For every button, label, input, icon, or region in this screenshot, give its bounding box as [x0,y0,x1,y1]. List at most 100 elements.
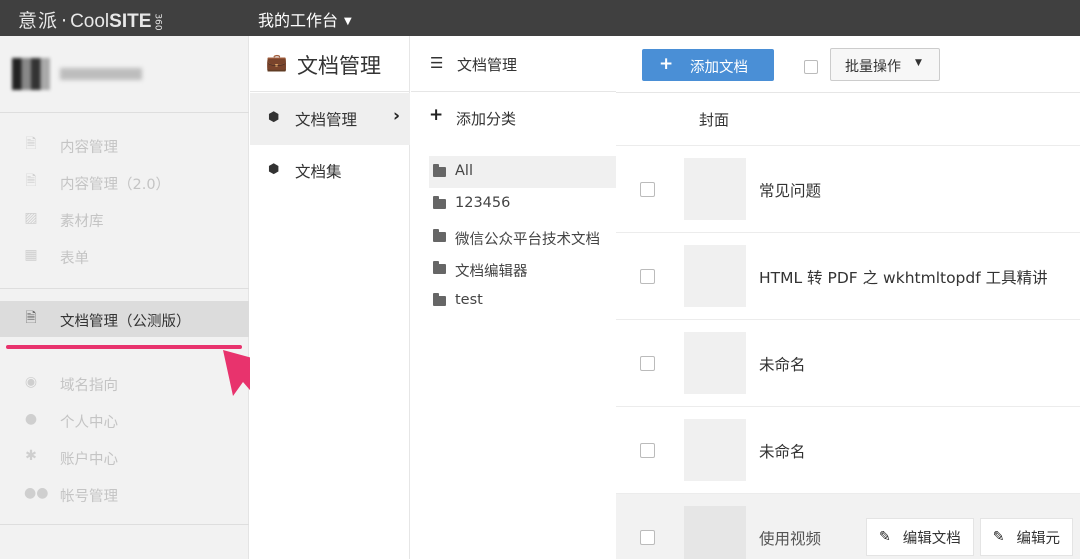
sidebar-item-materials[interactable]: ▨ 素材库 [0,201,249,237]
document-title[interactable]: 常见问题 [759,179,821,201]
document-title[interactable]: 使用视频 [759,527,821,549]
globe-icon: ◉ [24,374,38,390]
sidebar-item-label: 文档管理（公测版） [60,314,191,330]
divider [616,92,1080,93]
module-nav: 💼 文档管理 ⬢ 文档管理 › ⬢ 文档集 [250,36,410,559]
divider [0,524,249,525]
module-nav-item-docsets[interactable]: ⬢ 文档集 [250,145,410,197]
chevron-right-icon: › [392,106,400,126]
module-nav-header: 💼 文档管理 [250,36,410,92]
sidebar-item-label: 域名指向 [60,378,118,394]
add-document-button[interactable]: + 添加文档 [642,49,774,81]
cover-thumbnail [684,245,746,307]
sidebar-item-forms[interactable]: ▦ 表单 [0,238,249,274]
cover-thumbnail [684,419,746,481]
category-item[interactable]: 123456 [429,188,616,220]
sidebar-item-label: 素材库 [60,214,104,230]
logo-dot: · [61,10,68,32]
module-nav-label: 文档管理 [295,111,358,129]
logo-site-text: SITE [109,11,152,32]
table-row[interactable]: 未命名 [616,319,1080,406]
category-header: ☰ 文档管理 [411,36,616,92]
file-icon: 🗎 [25,136,37,152]
select-all-checkbox[interactable] [804,60,818,74]
document-list-panel: + 添加文档 批量操作 ▼ 封面 常见问题 HTML 转 PDF 之 wkhtm… [616,36,1080,559]
sidebar-item-content-v2[interactable]: 🗎 内容管理（2.0） [0,164,249,200]
document-title[interactable]: 未命名 [759,353,806,375]
gear-icon: ✱ [25,448,37,464]
row-checkbox[interactable] [640,182,655,197]
file-icon: 🗎 [25,173,37,189]
cover-thumbnail [684,506,746,559]
top-bar: 意派 · CoolSITE 360 我的工作台 ▼ [0,0,1080,36]
caret-down-icon: ▼ [344,16,352,27]
category-item-all[interactable]: All [429,156,616,188]
row-checkbox[interactable] [640,356,655,371]
edit-document-button[interactable]: ✎ 编辑文档 [866,518,974,556]
row-checkbox[interactable] [640,269,655,284]
logo-cn-text: 意派 [18,10,59,32]
add-category-button[interactable]: + 添加分类 [411,92,616,144]
table-row[interactable]: 常见问题 [616,145,1080,232]
annotation-underline [6,345,242,349]
sidebar-item-docs[interactable]: 🗎 文档管理（公测版） [0,301,249,337]
edit-document-label: 编辑文档 [902,530,961,547]
sidebar-item-profile[interactable]: ● 个人中心 [0,402,249,438]
edit-meta-label: 编辑元 [1016,530,1060,547]
pencil-icon: ✎ [879,529,891,545]
divider [0,288,249,289]
cube-icon: ⬢ [268,162,280,177]
category-item[interactable]: 文档编辑器 [429,253,616,285]
database-icon: ☰ [430,54,444,72]
sidebar-item-account[interactable]: ✱ 账户中心 [0,439,249,475]
table-row[interactable]: HTML 转 PDF 之 wkhtmltopdf 工具精讲 [616,232,1080,319]
add-category-label: 添加分类 [456,110,517,128]
document-title[interactable]: HTML 转 PDF 之 wkhtmltopdf 工具精讲 [759,266,1048,288]
workspace-dropdown[interactable]: 我的工作台 ▼ [258,7,352,31]
user-icon: ● [24,411,38,427]
sidebar-item-label: 帐号管理 [60,489,118,505]
folder-icon [433,196,446,209]
table-row[interactable]: 使用视频 ✎ 编辑文档 ✎ 编辑元 [616,493,1080,559]
avatar [12,58,50,90]
file-icon: 🗎 [25,310,37,326]
category-item[interactable]: test [429,285,616,317]
plus-icon: + [429,105,444,125]
category-label: 微信公众平台技术文档 [455,232,600,248]
folder-icon [433,229,446,242]
sidebar-item-label: 个人中心 [60,415,118,431]
row-checkbox[interactable] [640,443,655,458]
workspace-label: 我的工作台 [258,11,339,30]
edit-meta-button[interactable]: ✎ 编辑元 [979,518,1073,556]
plus-icon: + [659,54,674,74]
folder-icon [433,164,446,177]
folder-icon [433,261,446,274]
sidebar-item-content[interactable]: 🗎 内容管理 [0,127,249,163]
bulk-actions-dropdown[interactable]: 批量操作 ▼ [830,48,940,81]
sidebar-item-label: 账户中心 [60,452,118,468]
sidebar-item-label: 内容管理 [60,140,118,156]
row-actions: ✎ 编辑文档 ✎ 编辑元 [866,518,1079,556]
category-label: 123456 [455,195,511,211]
logo[interactable]: 意派 · CoolSITE 360 [18,6,169,33]
cube-icon: ⬢ [268,110,280,125]
folder-icon [433,293,446,306]
table-row[interactable]: 未命名 [616,406,1080,493]
username-blurred [60,68,142,80]
cover-thumbnail [684,332,746,394]
sidebar-item-accounts-manage[interactable]: ●● 帐号管理 [0,476,249,512]
document-title[interactable]: 未命名 [759,440,806,462]
logo-360-text: 360 [152,13,163,31]
briefcase-icon: 💼 [266,53,288,73]
category-panel: ☰ 文档管理 + 添加分类 All 123456 微信公众平台技术文档 文档编辑… [411,36,616,559]
divider [0,112,249,113]
category-item[interactable]: 微信公众平台技术文档 [429,221,616,253]
add-document-label: 添加文档 [690,60,748,76]
logo-cool-text: Cool [70,11,110,32]
row-checkbox[interactable] [640,530,655,545]
module-nav-item-docs[interactable]: ⬢ 文档管理 › [250,93,410,145]
sidebar-item-domain[interactable]: ◉ 域名指向 [0,365,249,401]
pencil-icon: ✎ [992,529,1005,545]
table-icon: ▦ [24,247,38,263]
sidebar-item-label: 表单 [60,251,89,267]
